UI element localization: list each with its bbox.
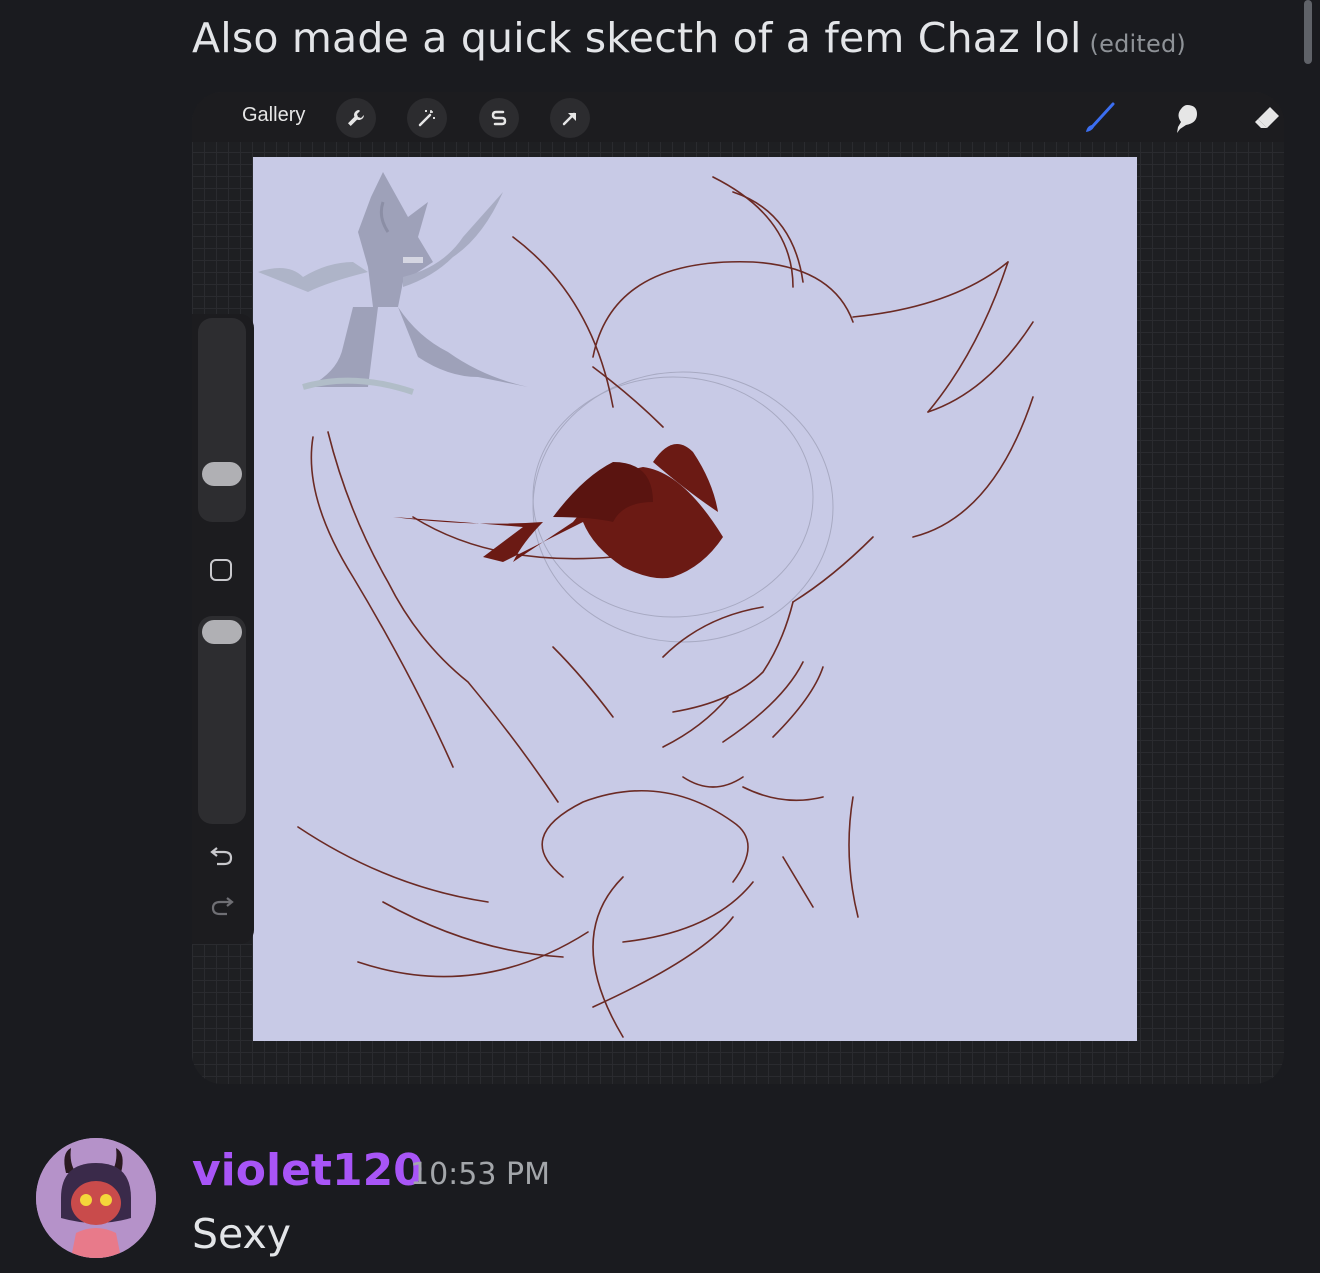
image-attachment[interactable]: Gallery (192, 92, 1284, 1084)
message-text: Also made a quick skecth of a fem Chaz l… (192, 14, 1082, 62)
procreate-toolbar: Gallery (192, 92, 1284, 142)
magic-wand-icon[interactable] (407, 98, 447, 138)
gallery-button[interactable]: Gallery (242, 104, 305, 127)
selection-icon[interactable] (479, 98, 519, 138)
procreate-sidebar (192, 314, 254, 944)
reference-image (258, 172, 528, 395)
sketch-artwork (258, 172, 1034, 1038)
brush-icon[interactable] (1080, 98, 1120, 138)
opacity-slider[interactable] (198, 616, 246, 824)
eraser-icon[interactable] (1247, 98, 1284, 138)
scrollbar[interactable] (1304, 0, 1312, 64)
brush-size-slider[interactable] (198, 318, 246, 522)
smudge-icon[interactable] (1164, 98, 1204, 138)
username[interactable]: violet120 (192, 1145, 424, 1196)
redo-icon[interactable] (206, 889, 238, 921)
reply-message-text: Sexy (192, 1210, 292, 1258)
avatar-image (36, 1138, 156, 1258)
sketch-lines (297, 176, 1034, 1038)
modify-button[interactable] (210, 559, 232, 581)
avatar[interactable] (36, 1138, 156, 1258)
timestamp: 10:53 PM (410, 1157, 550, 1192)
edited-label: (edited) (1089, 30, 1186, 58)
opacity-knob[interactable] (202, 620, 242, 644)
transform-arrow-icon[interactable] (550, 98, 590, 138)
wrench-icon[interactable] (336, 98, 376, 138)
brush-size-knob[interactable] (202, 462, 242, 486)
message-content: Also made a quick skecth of a fem Chaz l… (192, 14, 1186, 62)
undo-icon[interactable] (206, 839, 238, 871)
drawing-canvas[interactable] (253, 157, 1137, 1041)
